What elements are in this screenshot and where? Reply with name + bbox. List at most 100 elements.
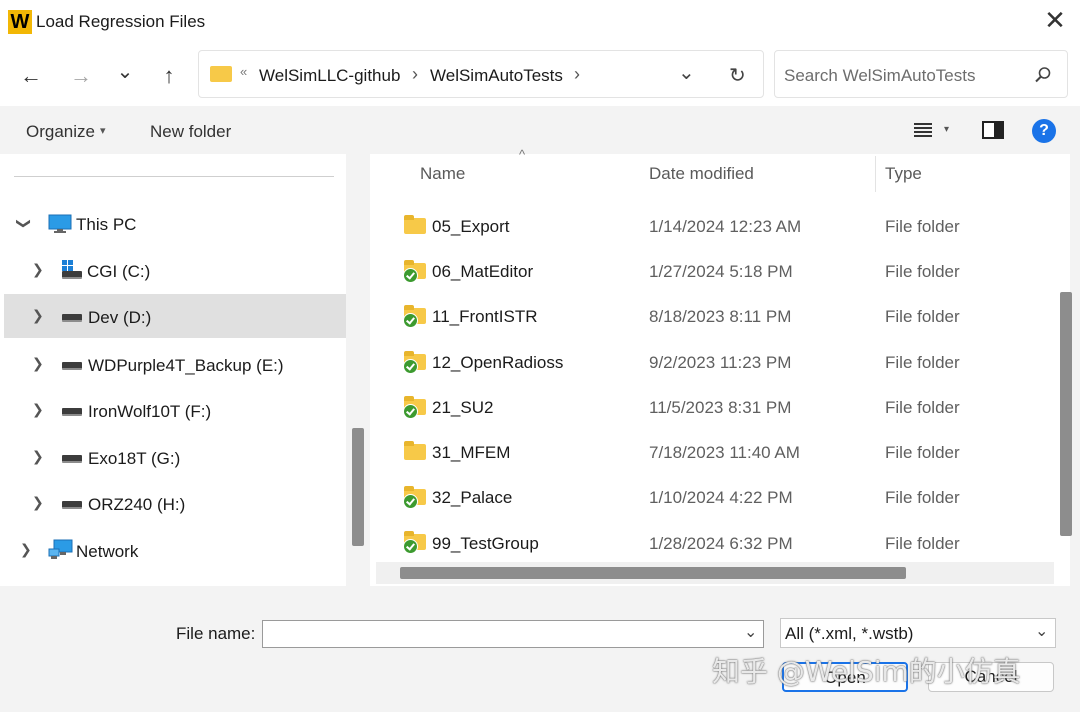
column-header-type[interactable]: Type xyxy=(885,164,922,184)
sidebar-item-label: WDPurple4T_Backup (E:) xyxy=(88,356,284,375)
view-options-caret-icon[interactable]: ▾ xyxy=(944,124,949,135)
sync-status-icon xyxy=(403,268,418,283)
app-logo-icon: W xyxy=(8,10,32,34)
file-type: File folder xyxy=(885,488,960,507)
sidebar-scrollbar-thumb[interactable] xyxy=(352,428,364,546)
file-type: File folder xyxy=(885,534,960,553)
file-name-dropdown-icon[interactable]: ⌄ xyxy=(744,622,757,642)
chevron-right-icon[interactable]: ❯ xyxy=(32,448,44,465)
file-type: File folder xyxy=(885,353,960,372)
address-dropdown-icon[interactable]: ⌄ xyxy=(678,60,695,85)
search-input[interactable]: Search WelSimAutoTests xyxy=(784,66,975,86)
sidebar-item-exo18t-g[interactable]: ❯ Exo18T (G:) xyxy=(4,435,346,479)
file-name: 99_TestGroup xyxy=(432,534,539,553)
back-button[interactable]: ← xyxy=(16,62,46,92)
sidebar-item-label: ORZ240 (H:) xyxy=(88,495,186,514)
up-button[interactable]: ↑ xyxy=(154,62,184,92)
file-type: File folder xyxy=(885,443,960,462)
search-icon[interactable] xyxy=(1034,66,1052,84)
chevron-down-icon[interactable]: ❯ xyxy=(15,218,32,230)
chevron-right-icon[interactable]: ❯ xyxy=(32,355,44,372)
drive-icon xyxy=(62,501,82,509)
file-name: 31_MFEM xyxy=(432,443,511,462)
organize-caret-icon[interactable]: ▾ xyxy=(100,124,106,137)
chevron-right-icon[interactable]: ❯ xyxy=(32,307,44,324)
vertical-scrollbar-thumb[interactable] xyxy=(1060,292,1072,536)
chevron-right-icon[interactable]: ❯ xyxy=(32,494,44,511)
file-name: 05_Export xyxy=(432,217,510,236)
close-button[interactable]: ✕ xyxy=(1042,7,1068,34)
chevron-right-icon[interactable]: ❯ xyxy=(32,401,44,418)
sync-status-icon xyxy=(403,404,418,419)
refresh-icon[interactable]: ↻ xyxy=(729,63,746,88)
breadcrumb-separator[interactable]: › xyxy=(574,64,580,85)
file-name: 11_FrontISTR xyxy=(432,307,538,326)
breadcrumb-item[interactable]: WelSimLLC-github xyxy=(259,66,400,86)
sync-status-icon xyxy=(403,313,418,328)
view-list-icon[interactable] xyxy=(914,123,932,137)
folder-icon xyxy=(403,531,426,554)
sidebar-item-orz240-h[interactable]: ❯ ORZ240 (H:) xyxy=(4,481,346,525)
preview-pane-icon[interactable] xyxy=(982,121,1004,139)
breadcrumb-overflow[interactable]: « xyxy=(240,64,247,79)
drive-icon xyxy=(62,362,82,370)
help-button[interactable]: ? xyxy=(1032,119,1056,143)
file-type-select[interactable]: All (*.xml, *.wstb) ⌄ xyxy=(780,618,1056,648)
file-date: 1/14/2024 12:23 AM xyxy=(649,217,802,236)
window-title: Load Regression Files xyxy=(36,12,206,31)
file-type: File folder xyxy=(885,262,960,281)
file-type-selected: All (*.xml, *.wstb) xyxy=(785,624,914,643)
drive-icon xyxy=(62,408,82,416)
sidebar-item-this-pc[interactable]: ❯ This PC xyxy=(4,202,346,246)
file-name-label: File name: xyxy=(176,624,256,643)
file-date: 1/10/2024 4:22 PM xyxy=(649,488,793,507)
breadcrumb-item[interactable]: WelSimAutoTests xyxy=(430,66,563,86)
file-name: 32_Palace xyxy=(432,488,513,507)
drive-icon xyxy=(62,314,82,322)
sidebar-item-label: Network xyxy=(76,542,139,561)
folder-icon xyxy=(403,260,426,283)
folder-icon xyxy=(403,486,426,509)
file-name-field[interactable] xyxy=(262,620,764,648)
organize-button[interactable]: Organize xyxy=(26,122,95,142)
file-date: 1/28/2024 6:32 PM xyxy=(649,534,793,553)
sync-status-icon xyxy=(403,539,418,554)
file-date: 1/27/2024 5:18 PM xyxy=(649,262,793,281)
chevron-down-icon: ⌄ xyxy=(1035,623,1049,640)
breadcrumb-separator[interactable]: › xyxy=(412,64,418,85)
file-type: File folder xyxy=(885,307,960,326)
folder-icon xyxy=(403,305,426,328)
sidebar-item-dev-d[interactable]: ❯ Dev (D:) xyxy=(4,294,346,338)
column-divider[interactable] xyxy=(875,156,876,192)
chevron-right-icon[interactable]: ❯ xyxy=(20,541,32,558)
sidebar-item-label: IronWolf10T (F:) xyxy=(88,402,212,421)
file-type: File folder xyxy=(885,217,960,236)
new-folder-button[interactable]: New folder xyxy=(150,122,231,142)
sidebar-item-network[interactable]: ❯ Network xyxy=(4,528,346,572)
column-header-name[interactable]: Name xyxy=(420,164,465,184)
sidebar-item-wdpurple-e[interactable]: ❯ WDPurple4T_Backup (E:) xyxy=(4,342,346,386)
dialog-footer xyxy=(0,586,1080,712)
sidebar-divider xyxy=(14,176,334,177)
file-name: 06_MatEditor xyxy=(432,262,534,281)
file-name: 12_OpenRadioss xyxy=(432,353,564,372)
recent-locations-button[interactable]: ⌄ xyxy=(110,58,140,88)
chevron-right-icon[interactable]: ❯ xyxy=(32,261,44,278)
sidebar-item-ironwolf-f[interactable]: ❯ IronWolf10T (F:) xyxy=(4,388,346,432)
folder-icon xyxy=(404,215,426,234)
file-name: 21_SU2 xyxy=(432,398,494,417)
sidebar-item-label: Dev (D:) xyxy=(88,308,152,327)
sidebar-item-label: CGI (C:) xyxy=(87,262,151,281)
horizontal-scrollbar-thumb[interactable] xyxy=(400,567,906,579)
sync-status-icon xyxy=(403,494,418,509)
sync-status-icon xyxy=(403,359,418,374)
file-type: File folder xyxy=(885,398,960,417)
file-date: 9/2/2023 11:23 PM xyxy=(649,353,792,372)
sidebar-item-cgi-c[interactable]: ❯ CGI (C:) xyxy=(4,248,346,292)
monitor-icon xyxy=(48,214,72,233)
folder-icon xyxy=(404,441,426,460)
forward-button[interactable]: → xyxy=(66,62,96,92)
column-header-date-modified[interactable]: Date modified xyxy=(649,164,754,184)
drive-icon xyxy=(62,455,82,463)
sort-indicator-icon: ^ xyxy=(519,147,526,162)
